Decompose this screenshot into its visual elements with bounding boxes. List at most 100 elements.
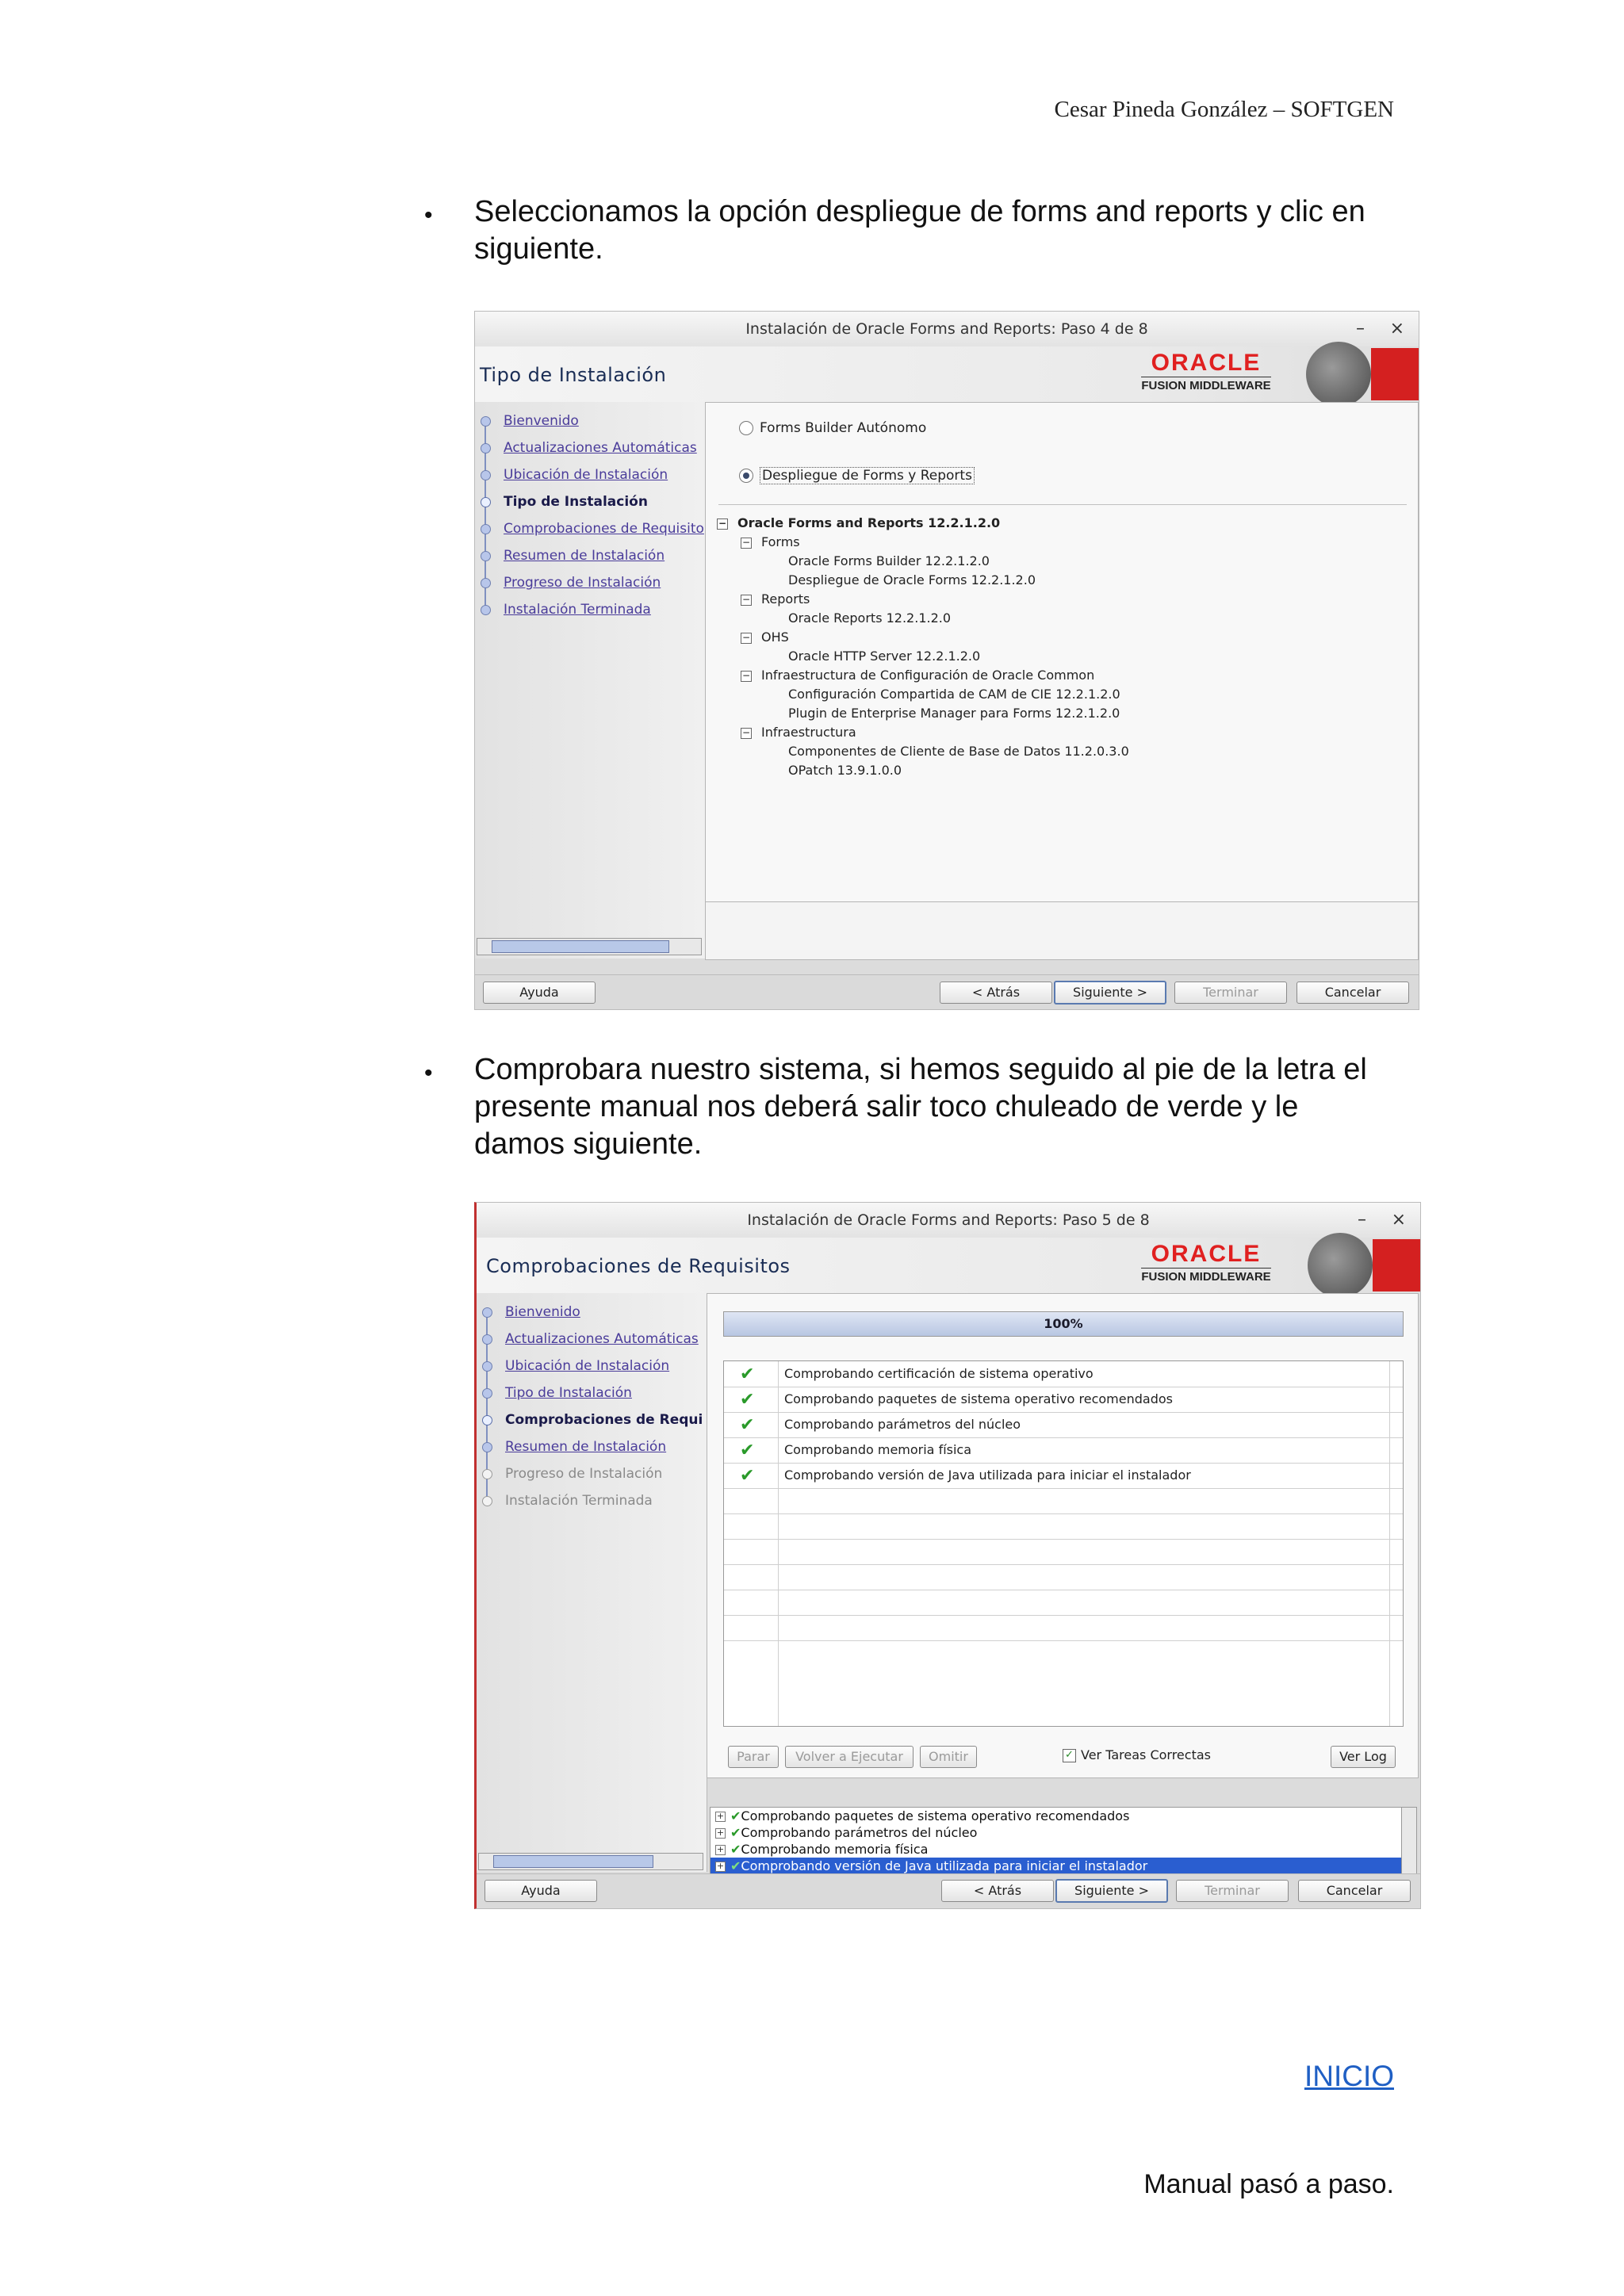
table-row[interactable]: ✔ Comprobando memoria física [724, 1437, 1403, 1464]
log-row[interactable]: + ✔Comprobando paquetes de sistema operat… [710, 1808, 1402, 1824]
nav-item-0[interactable]: Bienvenido [505, 1304, 580, 1320]
collapse-icon[interactable]: − [741, 632, 752, 644]
nav-item-3[interactable]: Tipo de Instalación [505, 1385, 632, 1401]
collapse-icon[interactable]: − [717, 518, 728, 530]
skip-button[interactable]: Omitir [920, 1746, 977, 1768]
check-mark-icon: ✔ [730, 1808, 741, 1823]
nav-item-4[interactable]: Comprobaciones de Requisito [504, 521, 704, 537]
cancel-button[interactable]: Cancelar [1297, 982, 1409, 1004]
nav-item-0[interactable]: Bienvenido [504, 413, 579, 429]
collapse-icon[interactable]: − [741, 594, 752, 606]
back-button[interactable]: < Atrás [941, 1880, 1054, 1902]
finish-button[interactable]: Terminar [1176, 1880, 1289, 1902]
check-mark-icon: ✔ [740, 1390, 755, 1410]
minimize-icon[interactable]: – [1358, 1203, 1366, 1238]
collapse-icon[interactable]: − [741, 537, 752, 549]
finish-button[interactable]: Terminar [1174, 982, 1287, 1004]
back-button[interactable]: < Atrás [940, 982, 1052, 1004]
tree-node[interactable]: − Reports [741, 591, 810, 607]
checks-grid: ✔ Comprobando certificación de sistema op… [723, 1360, 1404, 1727]
nav-item-2[interactable]: Ubicación de Instalación [504, 467, 668, 483]
expand-icon[interactable]: + [715, 1828, 726, 1839]
option-forms-builder[interactable]: Forms Builder Autónomo [739, 420, 926, 436]
expand-icon[interactable]: + [715, 1862, 726, 1872]
button-bar: Ayuda < Atrás Siguiente > Terminar Cance… [477, 1873, 1420, 1908]
stop-button[interactable]: Parar [728, 1746, 779, 1768]
nav-item-7[interactable]: Instalación Terminada [504, 602, 651, 618]
tree-node[interactable]: − Oracle Forms and Reports 12.2.1.2.0 [717, 515, 1000, 530]
log-panel[interactable]: + ✔Comprobando paquetes de sistema operat… [710, 1807, 1417, 1877]
step-header-band: Comprobaciones de Requisitos ORACLE FUSI… [477, 1233, 1420, 1298]
view-log-button[interactable]: Ver Log [1331, 1746, 1396, 1768]
table-row[interactable]: ✔ Comprobando versión de Java utilizada p… [724, 1463, 1403, 1489]
step-title: Tipo de Instalación [480, 364, 667, 386]
close-icon[interactable]: × [1390, 312, 1404, 346]
tree-node: Oracle HTTP Server 12.2.1.2.0 [788, 649, 980, 664]
help-button[interactable]: Ayuda [485, 1880, 597, 1902]
radio-forms-reports-deploy[interactable] [739, 469, 753, 483]
help-button[interactable]: Ayuda [483, 982, 596, 1004]
sidebar-hscrollbar[interactable] [477, 938, 702, 955]
nav-step-dot [482, 1469, 492, 1479]
scroll-thumb[interactable] [493, 1855, 653, 1868]
nav-step-dot [481, 605, 491, 615]
next-button[interactable]: Siguiente > [1054, 981, 1166, 1004]
log-row[interactable]: + ✔Comprobando memoria física [710, 1841, 1402, 1858]
log-row[interactable]: + ✔Comprobando versión de Java utilizada … [710, 1858, 1402, 1874]
bullet-dot: • [424, 1060, 433, 1086]
nav-step-dot [482, 1361, 492, 1372]
nav-step-dot [481, 524, 491, 534]
close-icon[interactable]: × [1392, 1203, 1406, 1238]
tree-node[interactable]: − Forms [741, 534, 800, 549]
sidebar-hscrollbar[interactable] [478, 1853, 703, 1870]
table-row[interactable]: ✔ Comprobando parámetros del núcleo [724, 1412, 1403, 1438]
next-button[interactable]: Siguiente > [1055, 1879, 1168, 1903]
expand-icon[interactable]: + [715, 1812, 726, 1822]
scroll-thumb[interactable] [492, 940, 669, 953]
log-vscrollbar[interactable] [1401, 1808, 1416, 1876]
radio-forms-builder[interactable] [739, 421, 753, 435]
window-titlebar: Instalación de Oracle Forms and Reports:… [475, 312, 1419, 346]
nav-item-5[interactable]: Resumen de Instalación [504, 548, 665, 564]
table-row[interactable] [724, 1590, 1403, 1616]
table-row[interactable] [724, 1615, 1403, 1641]
nav-item-1[interactable]: Actualizaciones Automáticas [505, 1331, 699, 1347]
collapse-icon[interactable]: − [741, 727, 752, 739]
bullet-2-line-1: Comprobara nuestro sistema, si hemos seg… [474, 1053, 1367, 1086]
table-row[interactable] [724, 1539, 1403, 1565]
show-ok-tasks-checkbox[interactable]: ✓ [1063, 1749, 1076, 1762]
divider [718, 504, 1407, 505]
tree-node: Despliegue de Oracle Forms 12.2.1.2.0 [788, 572, 1036, 587]
table-row[interactable] [724, 1488, 1403, 1514]
table-row[interactable]: ✔ Comprobando paquetes de sistema operati… [724, 1387, 1403, 1413]
nav-item-4: Comprobaciones de Requi [505, 1412, 703, 1428]
cancel-button[interactable]: Cancelar [1298, 1880, 1411, 1902]
log-row[interactable]: + ✔Comprobando parámetros del núcleo [710, 1824, 1402, 1841]
show-ok-tasks-toggle[interactable]: ✓ Ver Tareas Correctas [1063, 1747, 1211, 1762]
tree-node-label: Oracle Forms Builder 12.2.1.2.0 [788, 553, 990, 568]
nav-item-2[interactable]: Ubicación de Instalación [505, 1358, 669, 1374]
check-label: Comprobando paquetes de sistema operativ… [784, 1391, 1173, 1406]
bullet-1-line-2: siguiente. [474, 232, 603, 266]
table-row[interactable] [724, 1564, 1403, 1590]
nav-item-6[interactable]: Progreso de Instalación [504, 575, 661, 591]
expand-icon[interactable]: + [715, 1845, 726, 1855]
oracle-brand: ORACLE [1151, 1241, 1262, 1267]
nav-item-1[interactable]: Actualizaciones Automáticas [504, 440, 697, 456]
navigation-sidebar: Bienvenido Actualizaciones Automáticas Ubi… [475, 402, 706, 959]
table-row[interactable] [724, 1513, 1403, 1540]
option-forms-reports-deploy[interactable]: Despliegue de Forms y Reports [739, 467, 975, 484]
table-row[interactable]: ✔ Comprobando certificación de sistema op… [724, 1361, 1403, 1387]
oracle-logo: ORACLE FUSION MIDDLEWARE [1127, 351, 1285, 395]
minimize-icon[interactable]: – [1356, 312, 1365, 346]
check-mark-icon: ✔ [730, 1825, 741, 1840]
rerun-button[interactable]: Volver a Ejecutar [785, 1746, 914, 1768]
tree-node: Oracle Forms Builder 12.2.1.2.0 [788, 553, 990, 568]
collapse-icon[interactable]: − [741, 670, 752, 682]
inicio-link[interactable]: INICIO [1189, 2060, 1394, 2093]
tree-node[interactable]: − Infraestructura de Configuración de Ora… [741, 668, 1094, 683]
red-accent-bar [1371, 348, 1419, 400]
nav-item-5[interactable]: Resumen de Instalación [505, 1439, 666, 1455]
tree-node[interactable]: − OHS [741, 629, 789, 645]
tree-node[interactable]: − Infraestructura [741, 725, 856, 740]
